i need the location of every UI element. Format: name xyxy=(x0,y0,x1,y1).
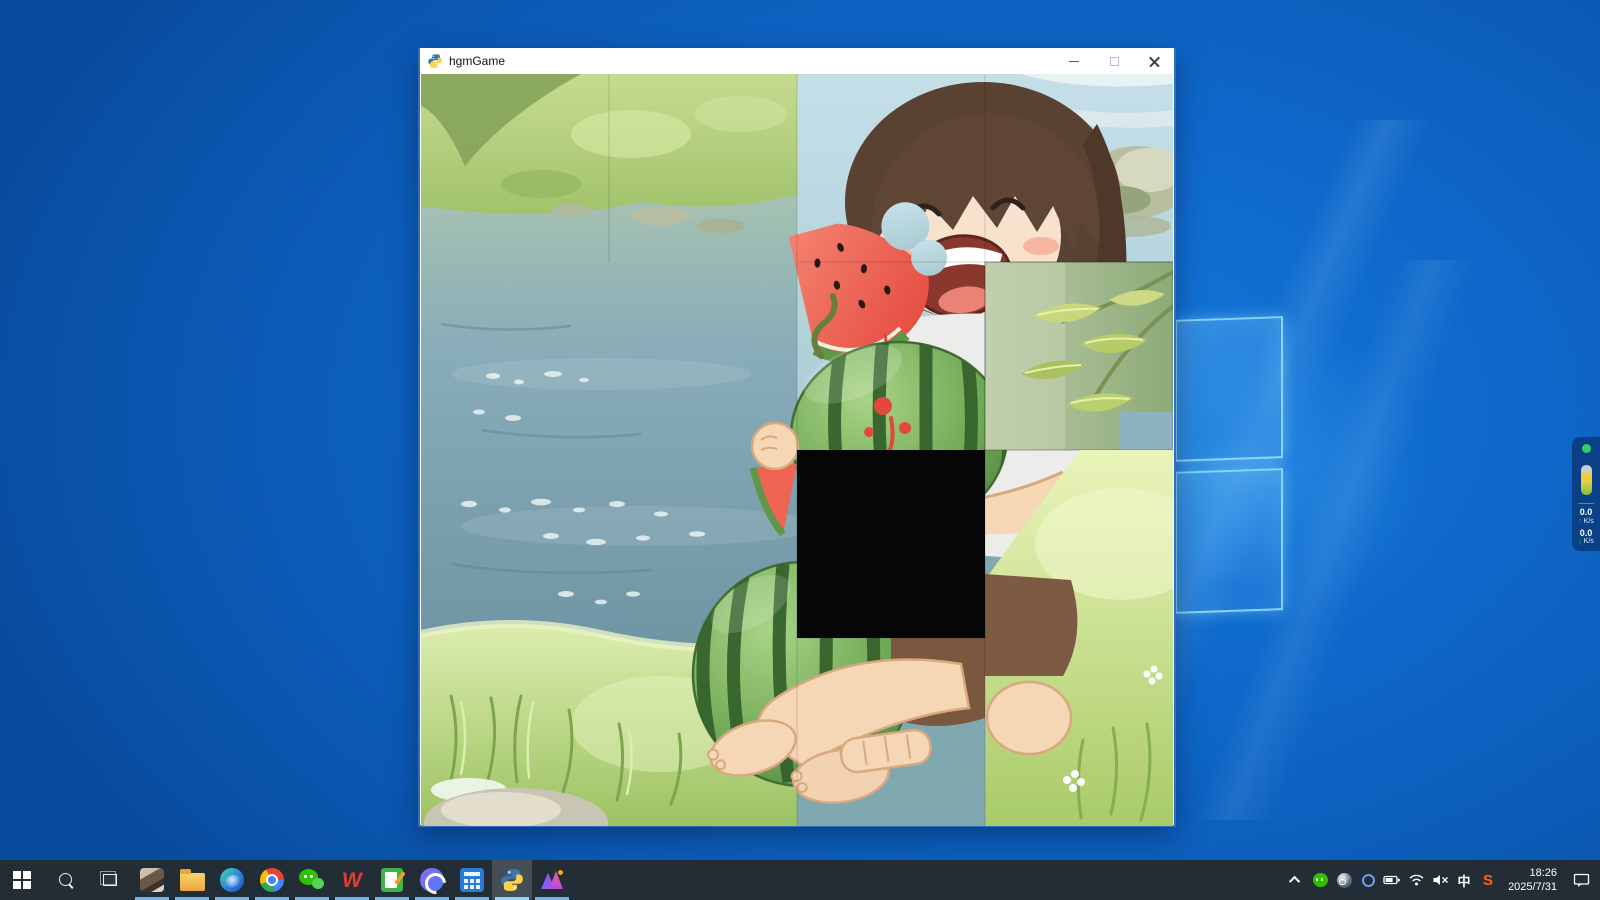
close-icon xyxy=(1149,56,1160,67)
start-icon xyxy=(13,871,31,889)
battery-icon xyxy=(1383,872,1401,888)
clock-time: 18:26 xyxy=(1529,866,1557,880)
upload-unit: ↑ K/s xyxy=(1578,518,1594,526)
start-button[interactable] xyxy=(0,860,44,900)
chevron-up-icon xyxy=(1289,876,1300,887)
up-arrow-icon: ↑ xyxy=(1578,518,1582,525)
game-window: hgmGame xyxy=(418,48,1176,827)
minimize-button[interactable] xyxy=(1054,48,1094,74)
leaf-tile[interactable] xyxy=(985,262,1173,450)
taskbar-app-edge[interactable] xyxy=(212,860,252,900)
steam-icon xyxy=(1337,873,1352,888)
clock-date: 2025/7/31 xyxy=(1508,880,1557,894)
task-view-icon xyxy=(103,874,117,886)
logo-pane xyxy=(1175,468,1283,614)
puzzle-board[interactable] xyxy=(421,74,1173,826)
chrome-icon xyxy=(260,868,284,892)
tray-wechat[interactable] xyxy=(1309,860,1331,900)
taskbar-app-wechat[interactable] xyxy=(292,860,332,900)
puzzle-image xyxy=(421,74,1173,826)
photo-viewer-icon xyxy=(140,868,164,892)
wifi-icon xyxy=(1408,873,1425,887)
tray-vpn[interactable] xyxy=(1357,860,1379,900)
taskbar-app-photo-viewer[interactable] xyxy=(132,860,172,900)
hidden-icons-button[interactable] xyxy=(1285,860,1307,900)
screen: 0.0 ↑ K/s 0.0 ↓ K/s hgmGame xyxy=(0,0,1600,900)
tray-input-method[interactable]: 中 xyxy=(1453,860,1475,900)
ring-icon xyxy=(1362,874,1375,887)
sogou-icon: S xyxy=(1483,872,1493,889)
python-icon xyxy=(427,53,443,69)
taskbar-app-doc-editor[interactable] xyxy=(372,860,412,900)
ai-app-icon xyxy=(540,868,564,892)
empty-tile[interactable] xyxy=(797,450,985,638)
divider xyxy=(1578,503,1594,504)
download-value: 0.0 xyxy=(1578,529,1594,539)
edge-icon xyxy=(220,868,244,892)
status-dot-icon xyxy=(1582,444,1591,453)
action-center-icon xyxy=(1573,872,1590,888)
tray-clock[interactable]: 18:26 2025/7/31 xyxy=(1501,860,1564,900)
search-icon xyxy=(59,873,74,888)
minimize-icon xyxy=(1069,61,1079,62)
python-icon xyxy=(499,867,525,893)
wechat-icon xyxy=(299,868,325,892)
action-center-button[interactable] xyxy=(1566,860,1596,900)
taskbar-app-python-game[interactable] xyxy=(492,860,532,900)
maximize-button[interactable] xyxy=(1094,48,1134,74)
volume-muted-icon xyxy=(1432,873,1449,887)
doc-editor-icon xyxy=(381,868,403,892)
calculator-icon xyxy=(460,868,484,892)
taskbar-app-file-explorer[interactable] xyxy=(172,860,212,900)
tray-sogou[interactable]: S xyxy=(1477,860,1499,900)
net-speed-widget[interactable]: 0.0 ↑ K/s 0.0 ↓ K/s xyxy=(1572,437,1600,551)
search-button[interactable] xyxy=(44,860,88,900)
tray-volume-muted[interactable] xyxy=(1429,860,1451,900)
taskbar: W xyxy=(0,860,1600,900)
wechat-tray-icon xyxy=(1313,873,1328,887)
wps-icon: W xyxy=(341,870,364,891)
taskbar-app-ai[interactable] xyxy=(532,860,572,900)
taskbar-app-calculator[interactable] xyxy=(452,860,492,900)
down-arrow-icon: ↓ xyxy=(1578,538,1582,545)
tray-wifi[interactable] xyxy=(1405,860,1427,900)
tray-steam[interactable] xyxy=(1333,860,1355,900)
logo-pane xyxy=(1175,316,1283,462)
download-unit: ↓ K/s xyxy=(1578,538,1594,546)
input-method-indicator: 中 xyxy=(1458,871,1471,890)
task-view-button[interactable] xyxy=(88,860,132,900)
system-tray: 中 S 18:26 2025/7/31 xyxy=(1285,860,1600,900)
upload-value: 0.0 xyxy=(1578,508,1594,518)
window-title: hgmGame xyxy=(449,54,505,68)
download-speed: 0.0 ↓ K/s xyxy=(1578,529,1594,547)
close-button[interactable] xyxy=(1134,48,1174,74)
taskbar-app-chrome[interactable] xyxy=(252,860,292,900)
taskbar-app-wps[interactable]: W xyxy=(332,860,372,900)
window-controls xyxy=(1054,48,1174,74)
purple-browser-icon xyxy=(420,868,444,892)
maximize-icon xyxy=(1110,57,1119,66)
tray-battery[interactable] xyxy=(1381,860,1403,900)
upload-speed: 0.0 ↑ K/s xyxy=(1578,508,1594,526)
file-explorer-icon xyxy=(180,873,205,891)
gauge-pill-icon xyxy=(1581,465,1592,495)
title-bar[interactable]: hgmGame xyxy=(420,48,1174,74)
taskbar-app-purple-browser[interactable] xyxy=(412,860,452,900)
